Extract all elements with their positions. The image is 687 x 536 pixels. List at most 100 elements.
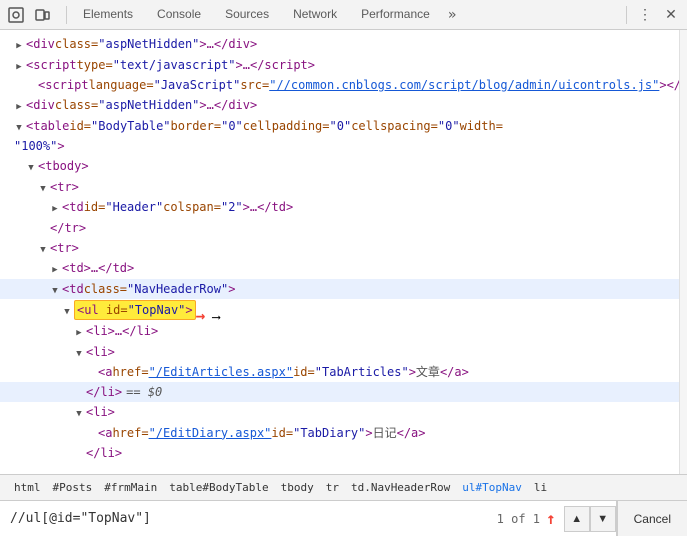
- tag: <table: [26, 117, 69, 135]
- attr-value: "aspNetHidden": [98, 96, 199, 114]
- tab-network-label: Network: [293, 7, 337, 21]
- tag-close: >: [365, 424, 372, 442]
- search-input[interactable]: [0, 501, 489, 536]
- more-options-button[interactable]: ⋮: [633, 3, 657, 27]
- text-content: 文章: [416, 363, 440, 381]
- attr-name: language=: [89, 76, 154, 94]
- tag: <a: [98, 363, 112, 381]
- tree-row[interactable]: </tr>: [0, 218, 679, 238]
- cancel-button[interactable]: Cancel: [617, 501, 687, 536]
- search-red-arrow: ↑: [546, 509, 556, 528]
- tree-row[interactable]: <a href="/EditArticles.aspx" id="TabArti…: [0, 362, 679, 382]
- tree-row[interactable]: <li>: [0, 342, 679, 363]
- tree-row-highlighted[interactable]: <ul id="TopNav"> ⟶: [0, 299, 679, 321]
- tree-row[interactable]: <tr>: [0, 177, 679, 198]
- breadcrumb-item-bodytable[interactable]: table#BodyTable: [163, 479, 274, 496]
- breadcrumb-item-td-navheaderrow[interactable]: td.NavHeaderRow: [345, 479, 456, 496]
- expand-arrow[interactable]: [48, 280, 62, 299]
- breadcrumb-item-html[interactable]: html: [8, 479, 47, 496]
- breadcrumb-item-tr[interactable]: tr: [320, 479, 345, 496]
- tree-row[interactable]: </li> == $0: [0, 382, 679, 402]
- attr-name: id=: [271, 424, 293, 442]
- tag-close: ></script>: [659, 76, 679, 94]
- tab-elements[interactable]: Elements: [71, 0, 145, 29]
- expand-arrow[interactable]: [72, 322, 86, 341]
- breadcrumb-item-posts[interactable]: #Posts: [47, 479, 99, 496]
- tag-close: </a>: [440, 363, 469, 381]
- expand-arrow[interactable]: [12, 96, 26, 115]
- search-prev-button[interactable]: ▲: [564, 506, 590, 532]
- expand-arrow[interactable]: [24, 157, 38, 176]
- attr-name: class=: [84, 280, 127, 298]
- tree-row[interactable]: <td id="Header" colspan="2">…</td>: [0, 197, 679, 218]
- tab-console[interactable]: Console: [145, 0, 213, 29]
- tag: <td: [62, 198, 84, 216]
- tag: <tr>: [50, 178, 79, 196]
- elements-tree[interactable]: <div class="aspNetHidden">…</div> <scrip…: [0, 30, 679, 474]
- tree-row[interactable]: <div class="aspNetHidden">…</div>: [0, 95, 679, 116]
- tag: <li>…</li>: [86, 322, 158, 340]
- attr-name: cellpadding=: [243, 117, 330, 135]
- expand-arrow[interactable]: [12, 117, 26, 136]
- breadcrumb-item-li[interactable]: li: [528, 479, 553, 496]
- attr-value: "/EditDiary.aspx": [149, 424, 272, 442]
- tree-row-selected[interactable]: <td class="NavHeaderRow">: [0, 279, 679, 300]
- tag-close: >…</div>: [199, 96, 257, 114]
- tag: <div: [26, 35, 55, 53]
- tree-row[interactable]: </li>: [0, 443, 679, 463]
- expand-arrow[interactable]: [12, 56, 26, 75]
- tree-row[interactable]: <td>…</td>: [0, 258, 679, 279]
- tree-row[interactable]: <tbody>: [0, 156, 679, 177]
- expand-arrow[interactable]: [72, 343, 86, 362]
- tab-console-label: Console: [157, 7, 201, 21]
- attr-value: "0": [221, 117, 243, 135]
- attr-value: "BodyTable": [91, 117, 170, 135]
- toolbar-icons: [4, 3, 54, 27]
- search-next-button[interactable]: ▼: [590, 506, 616, 532]
- tab-sources[interactable]: Sources: [213, 0, 281, 29]
- tree-row[interactable]: <table id="BodyTable" border="0" cellpad…: [0, 116, 679, 137]
- expand-arrow[interactable]: [72, 403, 86, 422]
- close-devtools-button[interactable]: ✕: [659, 3, 683, 27]
- attr-name: id=: [84, 198, 106, 216]
- tree-row[interactable]: <li>…</li>: [0, 321, 679, 342]
- expand-arrow[interactable]: [48, 198, 62, 217]
- attr-value: "0": [438, 117, 460, 135]
- scrollbar-track[interactable]: [679, 30, 687, 474]
- tree-row[interactable]: <script type="text/javascript">…</script…: [0, 55, 679, 76]
- more-tabs-button[interactable]: »: [442, 0, 462, 29]
- tree-row[interactable]: <tr>: [0, 238, 679, 259]
- search-bar: 1 of 1 ↑ ▲ ▼ Cancel: [0, 500, 687, 536]
- breadcrumb-item-frmmain[interactable]: #frmMain: [98, 479, 163, 496]
- attr-value: "TopNav": [128, 303, 186, 317]
- attr-name: border=: [171, 117, 222, 135]
- expand-arrow[interactable]: [48, 259, 62, 278]
- breadcrumb-bar: html #Posts #frmMain table#BodyTable tbo…: [0, 474, 687, 500]
- expand-arrow[interactable]: [36, 178, 50, 197]
- attr-name: width=: [460, 117, 503, 135]
- tag-close: >: [228, 280, 235, 298]
- breadcrumb-item-tbody[interactable]: tbody: [275, 479, 320, 496]
- tree-row[interactable]: <li>: [0, 402, 679, 423]
- tree-row[interactable]: <a href="/EditDiary.aspx" id="TabDiary">…: [0, 423, 679, 443]
- attr-value: "//common.cnblogs.com/script/blog/admin/…: [269, 76, 659, 94]
- expand-arrow[interactable]: [36, 239, 50, 258]
- expand-arrow[interactable]: [60, 301, 74, 320]
- tree-row[interactable]: "100%">: [0, 136, 679, 156]
- attr-value: "0": [330, 117, 352, 135]
- expand-arrow[interactable]: [12, 35, 26, 54]
- tab-network[interactable]: Network: [281, 0, 349, 29]
- devtools-tabs: Elements Console Sources Network Perform…: [71, 0, 622, 29]
- breadcrumb-item-ul-topnav[interactable]: ul#TopNav: [456, 479, 528, 496]
- tab-performance-label: Performance: [361, 7, 430, 21]
- attr-value: "text/javascript": [113, 56, 236, 74]
- toolbar-right: ⋮ ✕: [622, 3, 683, 27]
- attr-value: "aspNetHidden": [98, 35, 199, 53]
- tab-performance[interactable]: Performance: [349, 0, 442, 29]
- attr-value: "100%": [14, 137, 57, 155]
- tree-row[interactable]: <script language="JavaScript" src="//com…: [0, 75, 679, 95]
- tree-row[interactable]: <div class="aspNetHidden">…</div>: [0, 34, 679, 55]
- inspect-element-button[interactable]: [4, 3, 28, 27]
- tag: <tr>: [50, 239, 79, 257]
- device-toggle-button[interactable]: [30, 3, 54, 27]
